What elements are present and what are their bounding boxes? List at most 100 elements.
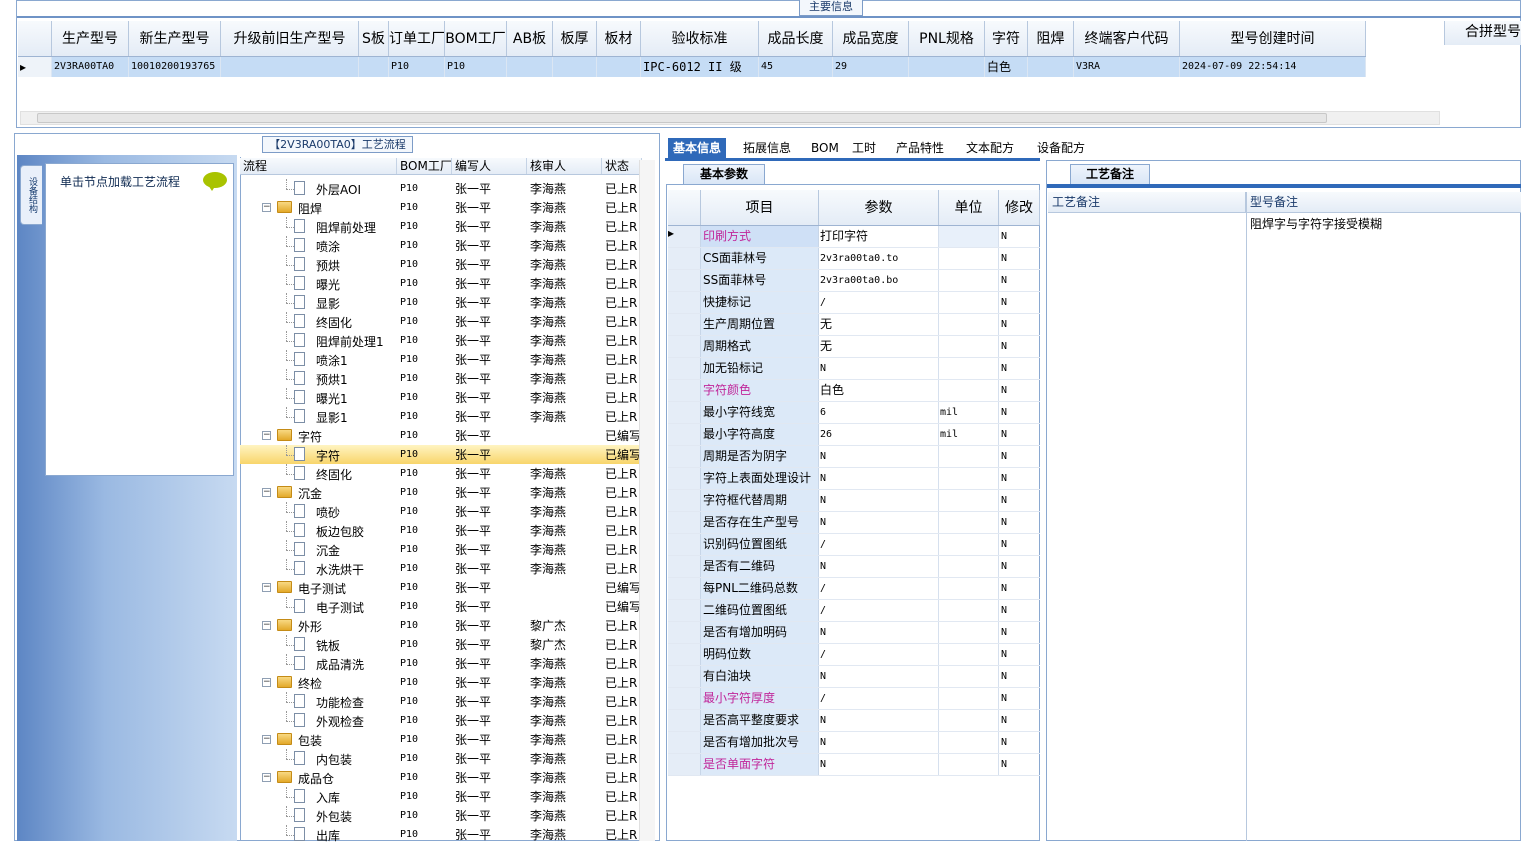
tree-row[interactable]: 外层AOI P10 张一平 李海燕 已上R — [240, 179, 642, 198]
param-value[interactable]: 2v3ra00ta0.bo — [819, 270, 939, 291]
param-unit[interactable] — [939, 336, 999, 357]
main-grid-row[interactable]: ▸ 2V3RA00TA0 10010200193765 P10 P10 IPC-6012 … — [18, 57, 1366, 77]
tree-node[interactable]: − 外形 — [240, 616, 397, 635]
params-row[interactable]: 字符上表面处理设计 N N — [668, 468, 1040, 490]
tree-row[interactable]: − 阻焊 P10 张一平 李海燕 已上R — [240, 198, 642, 217]
params-row[interactable]: 明码位数 / N — [668, 644, 1040, 666]
tree-node[interactable]: − 字符 — [240, 426, 397, 445]
tree-row[interactable]: 曝光1 P10 张一平 李海燕 已上R — [240, 388, 642, 407]
params-row[interactable]: 是否单面字符 N N — [668, 754, 1040, 776]
tree-node[interactable]: 字符 — [240, 445, 397, 464]
grid-cell[interactable]: P10 — [445, 57, 507, 77]
tree-node[interactable]: 功能检查 — [240, 692, 397, 711]
param-value[interactable]: 无 — [819, 336, 939, 357]
main-info-tab[interactable]: 主要信息 — [799, 0, 863, 16]
param-modified[interactable]: N — [999, 754, 1040, 775]
grid-cell[interactable] — [553, 57, 597, 77]
param-modified[interactable]: N — [999, 468, 1040, 489]
param-unit[interactable] — [939, 732, 999, 753]
tree-node[interactable]: − 阻焊 — [240, 198, 397, 217]
param-value[interactable]: 打印字符 — [819, 226, 939, 247]
param-unit[interactable] — [939, 292, 999, 313]
params-row[interactable]: 字符颜色 白色 N — [668, 380, 1040, 402]
merge-model-header[interactable]: 合拼型号 — [1444, 21, 1521, 45]
tree-node[interactable]: 板边包胶 — [240, 521, 397, 540]
param-unit[interactable] — [939, 688, 999, 709]
params-row[interactable]: 是否有二维码 N N — [668, 556, 1040, 578]
param-value[interactable]: / — [819, 644, 939, 665]
tree-row[interactable]: 终固化 P10 张一平 李海燕 已上R — [240, 464, 642, 483]
tree-row[interactable]: − 终检 P10 张一平 李海燕 已上R — [240, 673, 642, 692]
params-corner[interactable] — [668, 190, 701, 225]
param-modified[interactable]: N — [999, 688, 1040, 709]
params-row[interactable]: 是否高平整度要求 N N — [668, 710, 1040, 732]
tree-node[interactable]: 电子测试 — [240, 597, 397, 616]
collapse-toggle-icon[interactable]: − — [262, 488, 271, 497]
grid-corner[interactable] — [18, 21, 52, 56]
notes-splitter[interactable] — [1246, 192, 1247, 841]
param-modified[interactable]: N — [999, 556, 1040, 577]
param-modified[interactable]: N — [999, 732, 1040, 753]
tree-column-header[interactable]: 核审人 — [527, 158, 602, 174]
tree-row[interactable]: 阻焊前处理1 P10 张一平 李海燕 已上R — [240, 331, 642, 350]
tree-row[interactable]: 功能检查 P10 张一平 李海燕 已上R — [240, 692, 642, 711]
tree-row[interactable]: 显影 P10 张一平 李海燕 已上R — [240, 293, 642, 312]
params-row[interactable]: 最小字符高度 26 mil N — [668, 424, 1040, 446]
collapse-toggle-icon[interactable]: − — [262, 431, 271, 440]
column-header[interactable]: 成品长度 — [759, 21, 833, 56]
params-row[interactable]: CS面菲林号 2v3ra00ta0.to N — [668, 248, 1040, 270]
tree-column-header[interactable]: 编写人 — [452, 158, 527, 174]
collapse-toggle-icon[interactable]: − — [262, 735, 271, 744]
model-note-text[interactable]: 阻焊字与字符字接受模糊 — [1250, 215, 1382, 232]
tree-node[interactable]: 预烘 — [240, 255, 397, 274]
tree-node[interactable]: 喷涂1 — [240, 350, 397, 369]
param-modified[interactable]: N — [999, 666, 1040, 687]
param-modified[interactable]: N — [999, 622, 1040, 643]
grid-cell[interactable] — [507, 57, 553, 77]
param-value[interactable]: 6 — [819, 402, 939, 423]
grid-cell[interactable] — [909, 57, 985, 77]
tree-row[interactable]: 预烘1 P10 张一平 李海燕 已上R — [240, 369, 642, 388]
tree-node[interactable]: 终固化 — [240, 312, 397, 331]
tree-node[interactable]: − 成品仓 — [240, 768, 397, 787]
param-modified[interactable]: N — [999, 644, 1040, 665]
tree-node[interactable]: 外层AOI — [240, 179, 397, 198]
collapse-toggle-icon[interactable]: − — [262, 773, 271, 782]
grid-cell[interactable] — [1028, 57, 1074, 77]
grid-cell[interactable]: P10 — [389, 57, 445, 77]
tree-column-header[interactable]: BOM工厂 — [397, 158, 452, 174]
param-modified[interactable]: N — [999, 314, 1040, 335]
grid-cell[interactable] — [597, 57, 641, 77]
tree-row[interactable]: 喷砂 P10 张一平 李海燕 已上R — [240, 502, 642, 521]
tree-column-header[interactable]: 流程 — [240, 158, 397, 174]
grid-cell[interactable]: IPC-6012 II 级 — [641, 57, 759, 77]
tree-node[interactable]: 曝光 — [240, 274, 397, 293]
tab-4[interactable]: 产品特性 — [891, 138, 949, 158]
param-value[interactable]: N — [819, 358, 939, 379]
scrollbar-thumb[interactable] — [37, 113, 1327, 123]
param-value[interactable]: 无 — [819, 314, 939, 335]
tree-row[interactable]: − 外形 P10 张一平 黎广杰 已上R — [240, 616, 642, 635]
column-header[interactable]: 字符 — [985, 21, 1028, 56]
params-row[interactable]: SS面菲林号 2v3ra00ta0.bo N — [668, 270, 1040, 292]
column-header[interactable]: 板材 — [597, 21, 641, 56]
param-unit[interactable] — [939, 446, 999, 467]
tree-row[interactable]: 成品清洗 P10 张一平 李海燕 已上R — [240, 654, 642, 673]
tree-row[interactable]: 曝光 P10 张一平 李海燕 已上R — [240, 274, 642, 293]
param-unit[interactable] — [939, 534, 999, 555]
column-header[interactable]: AB板 — [507, 21, 553, 56]
param-value[interactable]: N — [819, 556, 939, 577]
grid-cell[interactable]: 2V3RA00TA0 — [52, 57, 129, 77]
param-value[interactable]: N — [819, 446, 939, 467]
column-header[interactable]: 终端客户代码 — [1074, 21, 1180, 56]
tree-row[interactable]: 入库 P10 张一平 李海燕 已上R — [240, 787, 642, 806]
tree-row[interactable]: 阻焊前处理 P10 张一平 李海燕 已上R — [240, 217, 642, 236]
param-modified[interactable]: N — [999, 490, 1040, 511]
tree-node[interactable]: 外包装 — [240, 806, 397, 825]
params-column-header[interactable]: 单位 — [939, 190, 999, 225]
tree-node[interactable]: 水洗烘干 — [240, 559, 397, 578]
param-value[interactable]: 26 — [819, 424, 939, 445]
param-unit[interactable] — [939, 754, 999, 775]
tree-row[interactable]: 内包装 P10 张一平 李海燕 已上R — [240, 749, 642, 768]
tree-node[interactable]: − 终检 — [240, 673, 397, 692]
